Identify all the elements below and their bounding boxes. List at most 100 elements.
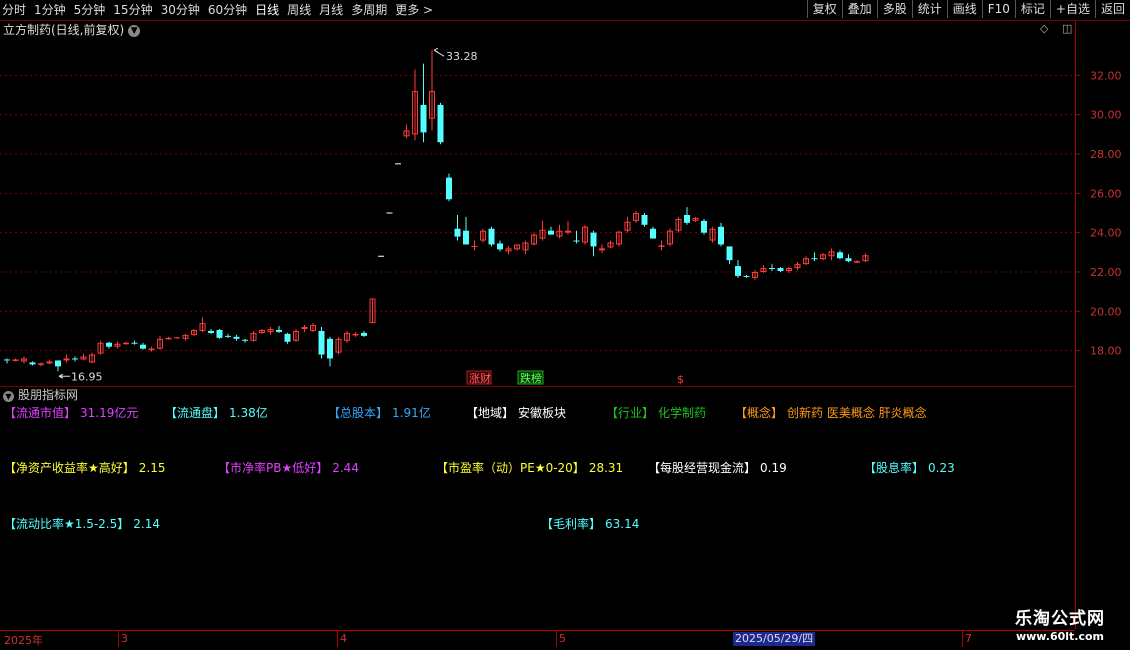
info-key: 【净资产收益率★高好】	[4, 461, 135, 475]
candle	[769, 264, 775, 271]
info-key: 【概念】	[735, 406, 784, 420]
candle	[573, 230, 580, 244]
candle	[658, 240, 665, 251]
candle	[55, 360, 61, 372]
info-value: 0.23	[928, 461, 955, 475]
candle	[259, 328, 265, 334]
watermark-title: 乐淘公式网	[1015, 609, 1105, 629]
adjust-price-button[interactable]: 复权	[806, 0, 842, 18]
price-label: 28.00	[1090, 148, 1122, 161]
multi-stock-button[interactable]: 多股	[876, 0, 912, 18]
candle-body	[38, 363, 44, 365]
candle	[429, 50, 435, 131]
candle-body	[718, 226, 724, 245]
tab-15min[interactable]: 15分钟	[109, 0, 156, 20]
chevron-down-icon[interactable]: ▼	[3, 391, 14, 402]
candle	[650, 226, 656, 239]
tab-minute-chart[interactable]: 分时	[0, 0, 30, 20]
candle	[565, 220, 571, 235]
candle	[599, 244, 605, 254]
tab-monthly[interactable]: 月线	[315, 0, 347, 20]
toolbar-right-buttons: 复权 叠加 多股 统计 画线 F10 标记 +自选 返回	[806, 0, 1130, 20]
info-item: 【股息率】 0.23	[864, 461, 955, 475]
candle	[140, 342, 146, 350]
candle	[845, 254, 852, 263]
candle	[335, 336, 342, 355]
toolbar: 分时 1分钟 5分钟 15分钟 30分钟 60分钟 日线 周线 月线 多周期 更…	[0, 0, 1130, 21]
svg-text:涨财: 涨财	[469, 371, 491, 385]
candle	[480, 228, 486, 243]
candle	[216, 328, 223, 339]
candle-body	[726, 246, 733, 261]
candle	[12, 358, 19, 362]
info-key: 【流动比率★1.5-2.5】	[4, 517, 130, 531]
overlay-button[interactable]: 叠加	[841, 0, 877, 18]
statistics-button[interactable]: 统计	[911, 0, 947, 18]
candle	[624, 216, 631, 233]
candle	[267, 327, 274, 335]
candle	[539, 220, 546, 241]
candle-body	[454, 228, 461, 237]
tab-multi-period[interactable]: 多周期	[347, 0, 391, 20]
candle	[726, 246, 733, 265]
f10-button[interactable]: F10	[981, 0, 1015, 18]
candle	[488, 226, 495, 247]
info-value: 63.14	[605, 517, 640, 531]
candle-body	[361, 332, 367, 336]
diamond-icon[interactable]: ◇	[1040, 22, 1048, 35]
info-value: 2.14	[133, 517, 160, 531]
info-key: 【地域】	[466, 406, 515, 420]
candle	[182, 333, 189, 341]
add-watchlist-button[interactable]: +自选	[1049, 0, 1095, 18]
svg-text:跌榜: 跌榜	[520, 371, 542, 385]
candle	[318, 327, 325, 359]
draw-line-button[interactable]: 画线	[946, 0, 982, 18]
tab-1min[interactable]: 1分钟	[30, 0, 70, 20]
info-key: 【股息率】	[864, 461, 925, 475]
high-arrow	[433, 47, 445, 57]
chevron-down-icon[interactable]: ▼	[128, 25, 141, 37]
tab-daily[interactable]: 日线	[251, 0, 283, 20]
high-price-label: 33.28	[446, 50, 478, 63]
candle-body	[650, 228, 656, 239]
info-item: 【市盈率（动）PE★0-20】 28.31	[436, 461, 623, 475]
panel-toggle-icon[interactable]: ◫	[1062, 22, 1072, 35]
candle-body	[641, 214, 648, 225]
candle	[208, 328, 214, 334]
tab-30min[interactable]: 30分钟	[157, 0, 204, 20]
date-label-april: 4	[340, 632, 347, 645]
candle	[123, 341, 129, 345]
candlestick-chart[interactable]: 32.00 30.00 28.00 26.00 24.00 22.00 20.00 18.00…	[0, 40, 1130, 386]
tab-weekly[interactable]: 周线	[283, 0, 315, 20]
candle	[556, 224, 563, 239]
candle	[250, 330, 257, 342]
candle	[301, 325, 308, 332]
candle-body	[233, 336, 240, 339]
candle-body	[573, 240, 580, 242]
candle	[701, 218, 707, 235]
candle	[743, 274, 750, 278]
candle	[531, 232, 537, 246]
candle-body	[701, 220, 707, 233]
candle	[590, 230, 597, 257]
candle	[505, 246, 512, 255]
badge-rise: 涨财	[466, 370, 492, 385]
back-button[interactable]: 返回	[1094, 0, 1130, 18]
candle-body	[446, 177, 452, 200]
tab-5min[interactable]: 5分钟	[70, 0, 110, 20]
candle	[667, 228, 673, 247]
tab-more[interactable]: 更多 >	[391, 0, 437, 20]
tab-60min[interactable]: 60分钟	[204, 0, 251, 20]
price-axis-labels: 32.00 30.00 28.00 26.00 24.00 22.00 20.00 18.00	[1090, 69, 1122, 357]
candle	[684, 207, 690, 225]
info-item: 【每股经营现金流】 0.19	[648, 461, 787, 475]
low-price-label: 16.95	[71, 370, 103, 383]
mark-button[interactable]: 标记	[1014, 0, 1050, 18]
candle-body	[208, 330, 214, 333]
candle	[310, 323, 316, 332]
candle	[72, 356, 78, 362]
candle-body	[301, 327, 308, 329]
candle	[709, 226, 716, 243]
candle	[692, 216, 699, 222]
info-item: 【净资产收益率★高好】 2.15	[4, 461, 165, 475]
